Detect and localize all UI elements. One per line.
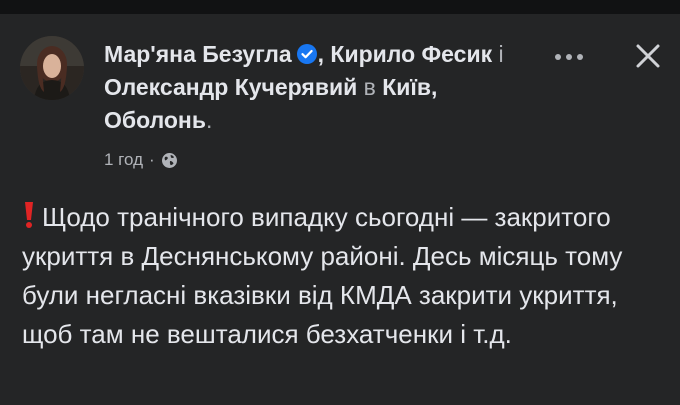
author-separator: ,	[317, 41, 325, 67]
post-text: Щодо транічного випадку сьогодні — закри…	[22, 202, 623, 349]
red-exclamation-icon	[22, 201, 36, 229]
close-button[interactable]	[628, 38, 668, 78]
post-header: Мар'яна Безугла, Кирило Фесик і Олександ…	[104, 38, 544, 137]
ellipsis-icon	[554, 48, 584, 66]
globe-icon[interactable]	[161, 152, 178, 169]
post-timestamp[interactable]: 1 год	[104, 150, 143, 170]
author-avatar[interactable]	[20, 36, 84, 100]
author-conjunction: і	[498, 41, 504, 67]
more-options-button[interactable]	[549, 42, 589, 72]
author-name-2[interactable]: Кирило Фесик	[330, 41, 492, 67]
close-icon	[635, 43, 661, 74]
top-strip	[0, 0, 680, 14]
verified-badge-icon	[296, 41, 318, 64]
meta-separator: ·	[149, 150, 155, 169]
post-meta: 1 год ·	[104, 150, 178, 170]
location-prefix: в	[363, 74, 376, 100]
location-suffix: .	[205, 107, 213, 133]
post-body: Щодо транічного випадку сьогодні — закри…	[22, 198, 672, 354]
post-card: Мар'яна Безугла, Кирило Фесик і Олександ…	[0, 14, 680, 405]
author-name-3[interactable]: Олександр Кучерявий	[104, 74, 357, 100]
author-name-1[interactable]: Мар'яна Безугла	[104, 41, 292, 67]
